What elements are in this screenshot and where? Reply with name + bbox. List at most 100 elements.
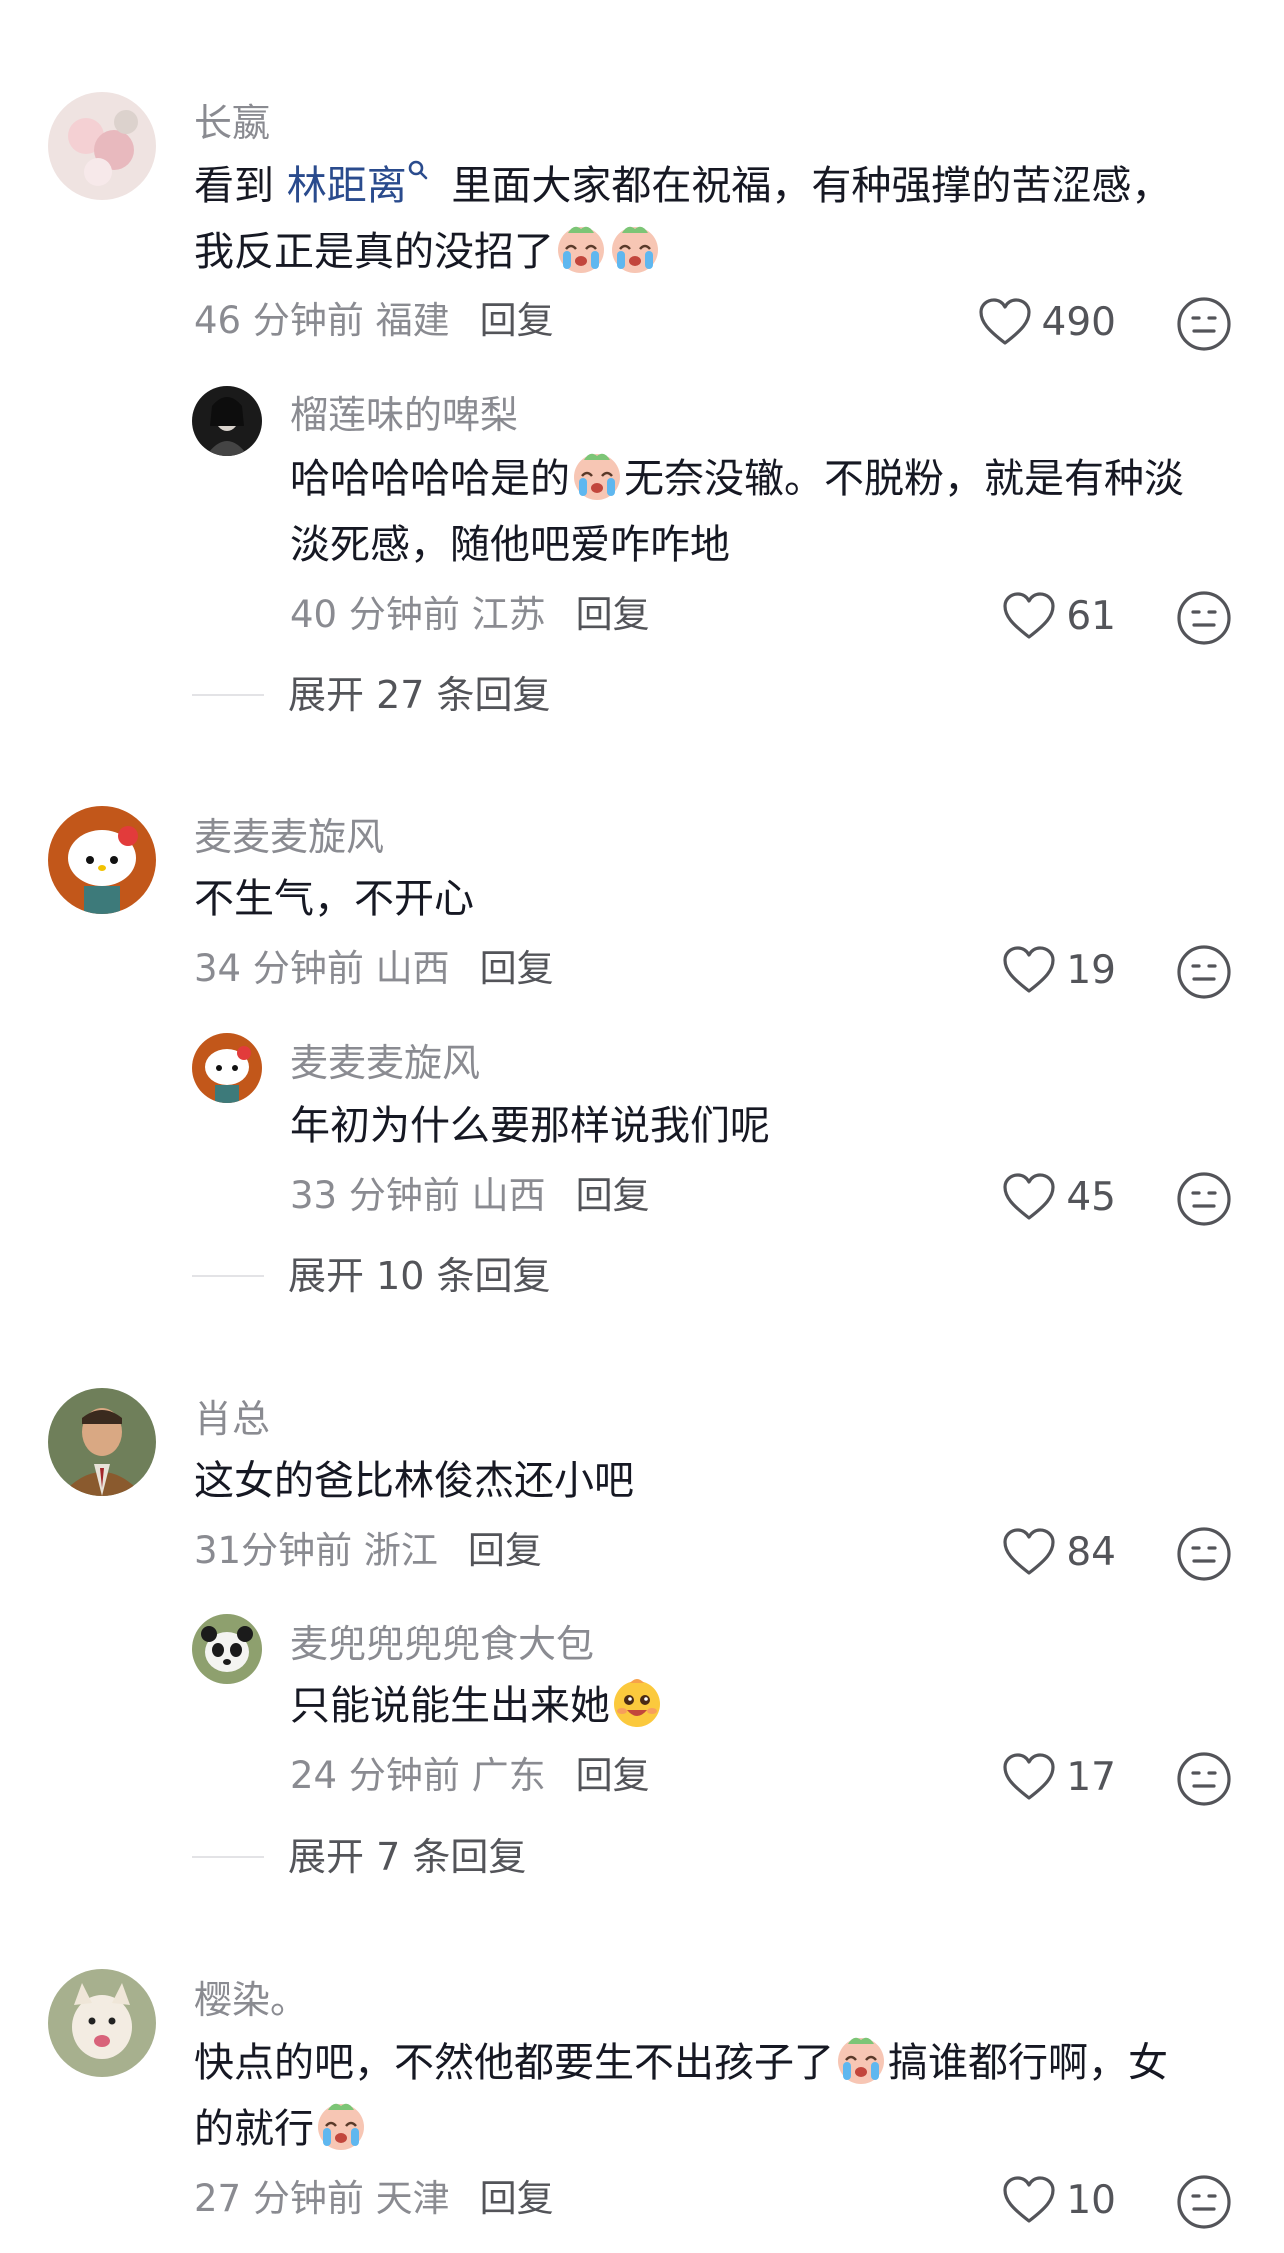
comment-list: 长嬴 看到 林距离 里面大家都在祝福，有种强撑的苦涩感， 我反正是真的没招了 4… [0,0,1284,2253]
neutral-face-icon[interactable] [1176,296,1232,352]
like-button[interactable]: 10 [1002,2176,1116,2224]
timestamp: 24 分钟前 [290,1754,460,1797]
crying-emoji [834,2032,888,2086]
avatar[interactable] [48,92,156,200]
username[interactable]: 榴莲味的啤梨 [290,396,518,434]
avatar[interactable] [48,1969,156,2077]
reply-button[interactable]: 回复 [576,593,650,636]
comment-text: 看到 林距离 里面大家都在祝福，有种强撑的苦涩感， [194,153,1171,219]
location: 广东 [471,1754,546,1797]
location: 江苏 [471,593,546,636]
comment-text-part: 只能说能生出来她 [290,1683,610,1729]
reply-button[interactable]: 回复 [480,299,554,342]
neutral-face-icon[interactable] [1176,1751,1232,1807]
neutral-face-icon[interactable] [1176,944,1232,1000]
like-count: 17 [1066,1754,1116,1800]
comment-text-line2: 的就行 [194,2096,368,2162]
comment-text-part: 哈哈哈哈哈是的 [290,456,570,502]
neutral-face-icon[interactable] [1176,1171,1232,1227]
comment-text-part: 搞谁都行啊，女 [888,2040,1168,2086]
timestamp: 40 分钟前 [290,593,460,636]
crying-emoji [314,2098,368,2152]
comment-text-part: 快点的吧，不然他都要生不出孩子了 [194,2040,834,2086]
like-count: 19 [1066,947,1116,993]
username[interactable]: 麦麦麦旋风 [194,818,384,856]
username[interactable]: 麦麦麦旋风 [290,1044,480,1082]
like-button[interactable]: 19 [1002,946,1116,994]
heart-outline-icon [1002,2176,1056,2224]
avatar[interactable] [192,1614,262,1684]
timestamp: 31分钟前 [194,1529,353,1572]
reply-button[interactable]: 回复 [576,1754,650,1797]
search-link[interactable]: 林距离 [287,163,407,209]
divider [192,1275,264,1277]
username[interactable]: 长嬴 [194,104,270,142]
like-count: 61 [1066,593,1116,639]
comment-text-part: 无奈没辙。不脱粉，就是有种淡 [624,456,1184,502]
like-button[interactable]: 45 [1002,1173,1116,1221]
reply-button[interactable]: 回复 [480,947,554,990]
comment-text: 快点的吧，不然他都要生不出孩子了 搞谁都行啊，女 [194,2030,1168,2096]
timestamp: 33 分钟前 [290,1174,460,1217]
username[interactable]: 肖总 [194,1400,270,1438]
comment-meta: 33 分钟前 山西 回复 [290,1177,650,1214]
comment-meta: 34 分钟前 山西 回复 [194,950,554,987]
comment-text: 不生气，不开心 [194,876,474,922]
timestamp: 27 分钟前 [194,2177,364,2220]
comment-text: 这女的爸比林俊杰还小吧 [194,1458,634,1504]
like-count: 84 [1066,1529,1116,1575]
expand-replies-label: 展开 10 条回复 [288,1254,551,1298]
avatar[interactable] [192,386,262,456]
like-button[interactable]: 84 [1002,1528,1116,1576]
like-button[interactable]: 490 [978,298,1116,346]
crying-emoji [608,221,662,275]
heart-outline-icon [978,298,1032,346]
search-icon[interactable] [407,159,429,181]
neutral-face-icon[interactable] [1176,1526,1232,1582]
crying-emoji [570,448,624,502]
comment-text-part: 我反正是真的没招了 [194,229,554,275]
heart-outline-icon [1002,1528,1056,1576]
divider [192,694,264,696]
location: 山西 [471,1174,546,1217]
comment-meta: 31分钟前 浙江 回复 [194,1532,542,1569]
like-count: 45 [1066,1174,1116,1220]
comment-text-part: 里面大家都在祝福，有种强撑的苦涩感， [438,163,1172,209]
avatar[interactable] [48,806,156,914]
heart-outline-icon [1002,592,1056,640]
comment-text: 只能说能生出来她 [290,1673,664,1739]
reply-button[interactable]: 回复 [576,1174,650,1217]
comment-text-part: 的就行 [194,2106,314,2152]
reply-button[interactable]: 回复 [480,2177,554,2220]
comment-meta: 46 分钟前 福建 回复 [194,302,554,339]
like-button[interactable]: 61 [1002,592,1116,640]
location: 福建 [375,299,450,342]
timestamp: 46 分钟前 [194,299,364,342]
comment-meta: 24 分钟前 广东 回复 [290,1757,650,1794]
expand-replies-label: 展开 27 条回复 [288,673,551,717]
reply-button[interactable]: 回复 [468,1529,542,1572]
comment-text: 哈哈哈哈哈是的 无奈没辙。不脱粉，就是有种淡 [290,446,1184,512]
grinning-sweat-emoji [610,1675,664,1729]
username[interactable]: 樱染。 [194,1981,308,2019]
crying-emoji [554,221,608,275]
location: 山西 [375,947,450,990]
timestamp: 34 分钟前 [194,947,364,990]
comment-text-part: 看到 [194,163,287,209]
like-button[interactable]: 17 [1002,1753,1116,1801]
heart-outline-icon [1002,1753,1056,1801]
location: 浙江 [363,1529,438,1572]
location: 天津 [375,2177,450,2220]
like-count: 10 [1066,2177,1116,2223]
neutral-face-icon[interactable] [1176,2174,1232,2230]
comment-meta: 27 分钟前 天津 回复 [194,2180,554,2217]
avatar[interactable] [48,1388,156,1496]
comment-text-line2: 淡死感，随他吧爱咋咋地 [290,522,730,568]
divider [192,1856,264,1858]
comment-text: 年初为什么要那样说我们呢 [290,1103,770,1149]
heart-outline-icon [1002,1173,1056,1221]
expand-replies-label: 展开 7 条回复 [288,1835,527,1879]
neutral-face-icon[interactable] [1176,590,1232,646]
avatar[interactable] [192,1033,262,1103]
username[interactable]: 麦兜兜兜兜食大包 [290,1625,594,1663]
